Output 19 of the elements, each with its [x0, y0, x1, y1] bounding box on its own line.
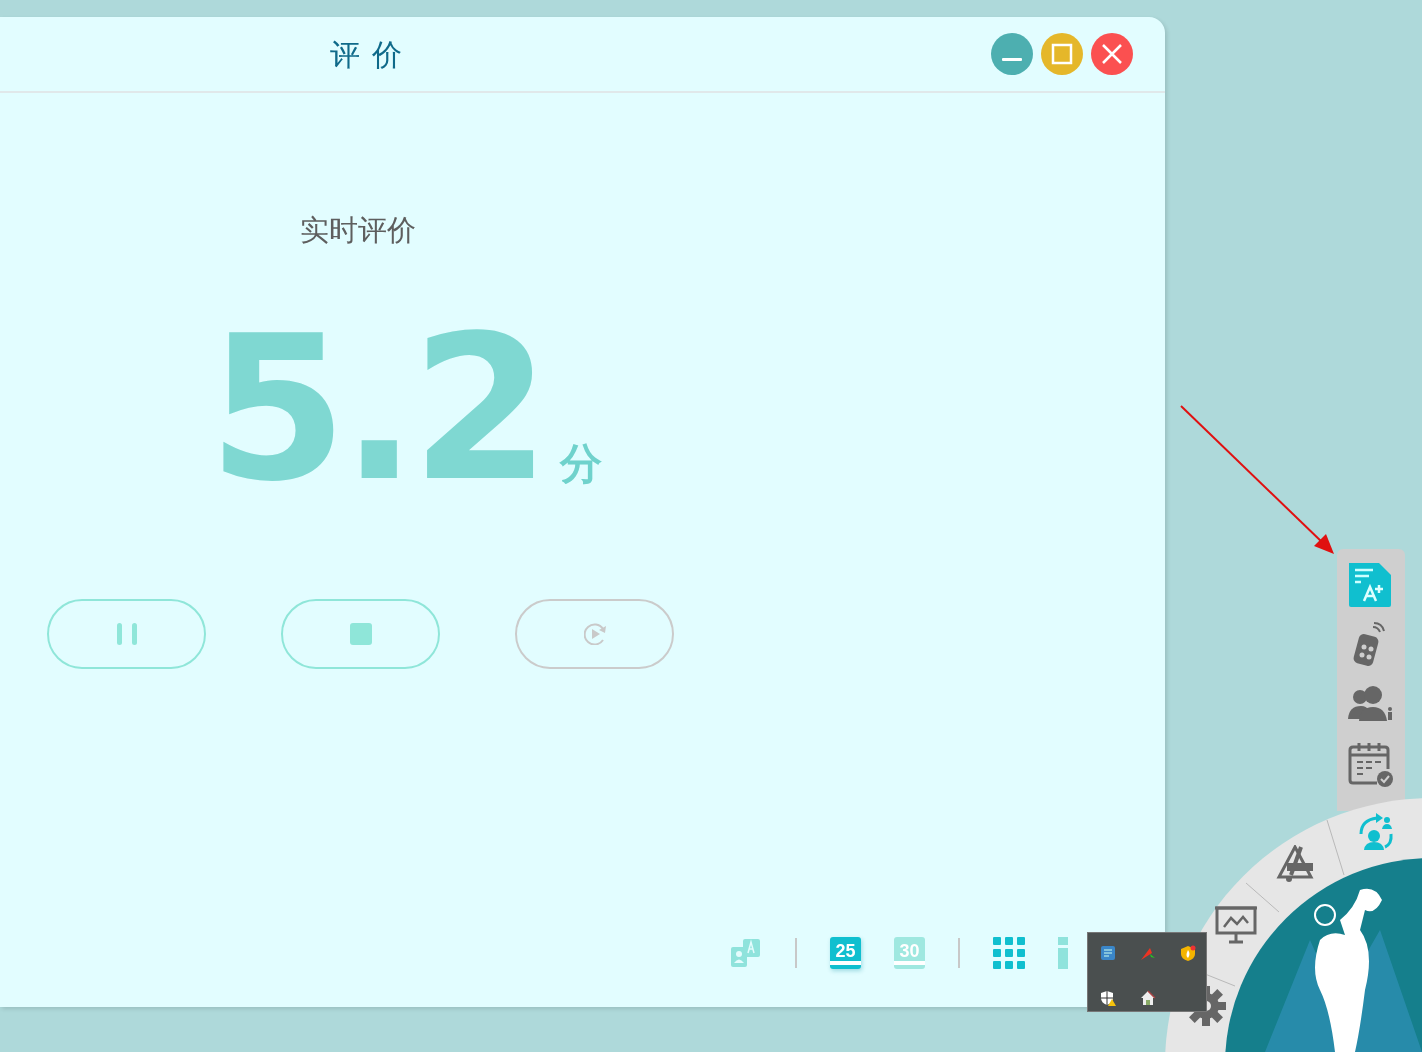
pause-icon [116, 623, 137, 645]
presentation-board-icon[interactable] [1215, 905, 1257, 947]
shield-warning-icon[interactable] [1100, 990, 1116, 1006]
timer-button[interactable]: 25 [830, 937, 861, 969]
timer-button[interactable]: 30 [894, 937, 925, 969]
close-button[interactable] [1091, 33, 1133, 75]
house-icon[interactable] [1140, 990, 1156, 1006]
minimize-button[interactable] [991, 33, 1033, 75]
maximize-button[interactable] [1041, 33, 1083, 75]
score-value: 5.2 [208, 329, 545, 489]
score-unit: 分 [560, 438, 603, 490]
window-title: 评 价 [330, 36, 403, 74]
stop-icon [349, 623, 372, 645]
replay-icon [583, 623, 606, 645]
section-heading: 实时评价 [300, 212, 417, 249]
shield-icon[interactable] [1180, 945, 1196, 961]
calendar-check-icon[interactable] [1347, 741, 1395, 789]
network-icon[interactable] [1100, 945, 1116, 961]
grid-icon[interactable] [993, 937, 1025, 969]
